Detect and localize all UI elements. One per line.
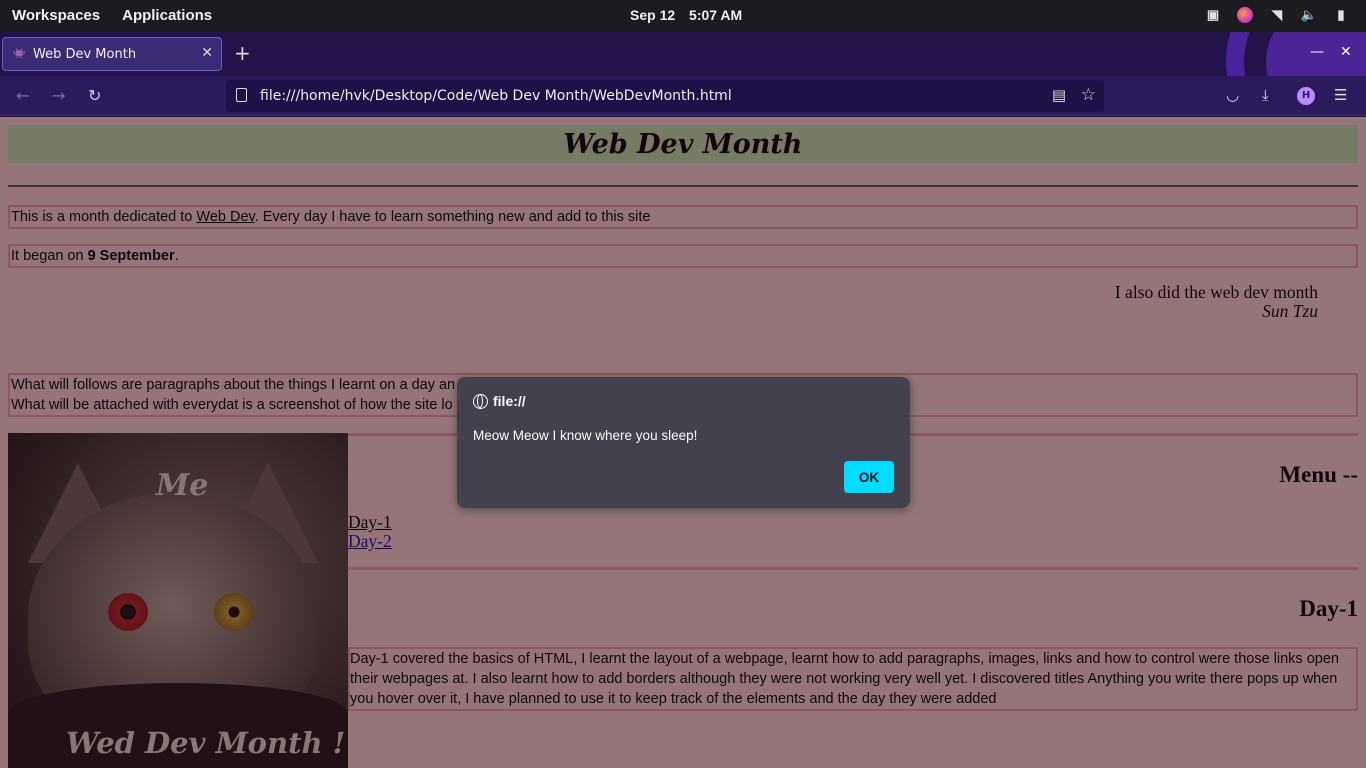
reload-icon[interactable]: ↻: [88, 86, 101, 105]
volume-icon[interactable]: 🔈: [1300, 7, 1318, 23]
page-icon: [236, 88, 247, 102]
pocket-icon[interactable]: ◡: [1226, 86, 1239, 104]
applications-menu[interactable]: Applications: [122, 7, 212, 24]
hamburger-menu-icon[interactable]: ☰: [1334, 86, 1347, 104]
clock[interactable]: Sep 12 5:07 AM: [630, 7, 752, 23]
system-top-bar: Workspaces Applications Sep 12 5:07 AM ▣…: [0, 0, 1366, 32]
tab-close-icon[interactable]: ✕: [201, 45, 213, 61]
dialog-message: Meow Meow I know where you sleep!: [473, 428, 698, 443]
profile-avatar[interactable]: H: [1297, 87, 1315, 105]
minimize-button[interactable]: —: [1310, 44, 1324, 60]
alert-dialog: file:// Meow Meow I know where you sleep…: [457, 377, 910, 508]
wifi-icon[interactable]: ◥: [1268, 7, 1286, 23]
ok-button[interactable]: OK: [844, 461, 894, 493]
forward-arrow-icon[interactable]: →: [52, 86, 65, 105]
url-text: file:///home/hvk/Desktop/Code/Web Dev Mo…: [260, 88, 732, 104]
dialog-origin: file://: [473, 393, 526, 409]
firefox-tray-icon[interactable]: [1236, 7, 1254, 23]
page-favicon-icon: 👾: [13, 48, 26, 60]
window-close-button[interactable]: ✕: [1340, 44, 1352, 60]
lock-icon[interactable]: ▮: [1332, 7, 1350, 23]
clock-time: 5:07 AM: [689, 7, 743, 23]
downloads-icon[interactable]: ⤓: [1262, 86, 1269, 104]
tab-web-dev-month[interactable]: 👾 Web Dev Month ✕: [2, 37, 222, 71]
tab-title: Web Dev Month: [33, 46, 137, 62]
new-tab-button[interactable]: +: [234, 43, 251, 63]
url-bar[interactable]: file:///home/hvk/Desktop/Code/Web Dev Mo…: [226, 80, 1104, 112]
dialog-origin-text: file://: [493, 393, 526, 409]
workspaces-menu[interactable]: Workspaces: [12, 7, 100, 24]
reader-view-icon[interactable]: ▤: [1052, 86, 1066, 104]
back-arrow-icon[interactable]: ←: [16, 86, 29, 105]
bookmark-star-icon[interactable]: ☆: [1081, 85, 1096, 105]
navigation-bar: ← → ↻ file:///home/hvk/Desktop/Code/Web …: [0, 76, 1366, 116]
tab-strip: 👾 Web Dev Month ✕ + — ✕: [0, 32, 1366, 76]
screen-icon[interactable]: ▣: [1204, 7, 1222, 23]
clock-date: Sep 12: [630, 7, 676, 23]
globe-icon: [473, 393, 488, 409]
